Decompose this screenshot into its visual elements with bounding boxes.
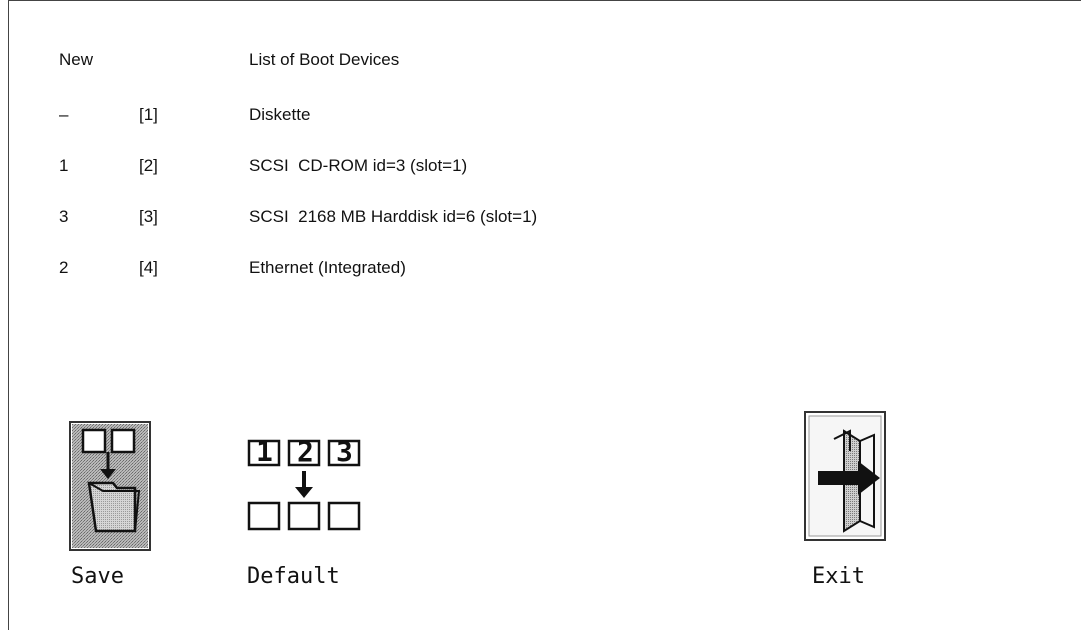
exit-door-icon [804,411,886,541]
default-label: Default [247,564,340,589]
current-order-value: [3] [139,207,158,226]
device-name: Ethernet (Integrated) [249,258,406,277]
new-order-value[interactable]: 3 [59,205,68,229]
boot-sequence-panel: New List of Boot Devices – [1] Diskette … [8,0,1081,630]
device-name: Diskette [249,105,311,124]
exit-button[interactable]: Exit [804,411,886,591]
current-order-value: [2] [139,156,158,175]
device-name: SCSI CD-ROM id=3 (slot=1) [249,156,468,175]
device-name: SCSI 2168 MB Harddisk id=6 (slot=1) [249,207,538,226]
exit-label: Exit [812,564,865,589]
new-order-value[interactable]: 2 [59,256,68,280]
save-label: Save [71,564,124,589]
list-title: List of Boot Devices [249,50,400,69]
new-column-header: New [59,50,94,69]
current-order-value: [4] [139,258,158,277]
default-icon-digit: 2 [297,435,314,468]
new-order-value[interactable]: – [59,103,68,127]
current-order-value: [1] [139,105,158,124]
default-button[interactable]: 1 2 3 Default [239,421,369,591]
new-order-value[interactable]: 1 [59,154,68,178]
default-icon-digit: 1 [256,435,273,468]
save-folder-icon [69,421,151,551]
save-button[interactable]: Save [69,421,151,591]
default-order-icon: 1 2 3 [247,435,361,531]
default-icon-digit: 3 [336,435,353,468]
